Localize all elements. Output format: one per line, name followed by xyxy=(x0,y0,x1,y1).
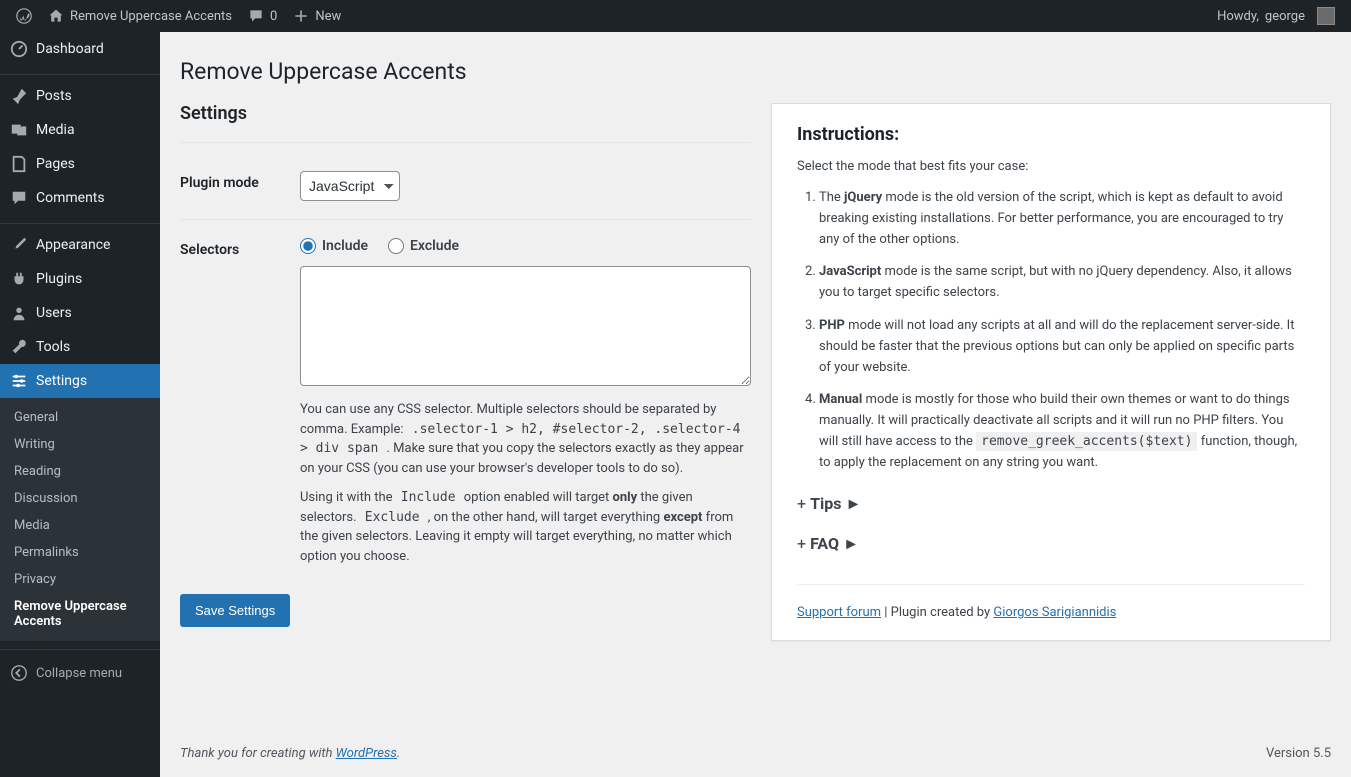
chevron-right-icon: ► xyxy=(843,534,859,554)
user-icon xyxy=(10,304,28,322)
selectors-textarea[interactable] xyxy=(300,266,751,386)
author-link[interactable]: Giorgos Sarigiannidis xyxy=(993,605,1116,620)
settings-submenu: General Writing Reading Discussion Media… xyxy=(0,398,160,641)
include-radio[interactable] xyxy=(300,238,316,254)
menu-dashboard[interactable]: Dashboard xyxy=(0,32,160,66)
instructions-heading: Instructions: xyxy=(797,124,1305,145)
avatar xyxy=(1317,7,1335,25)
plug-icon xyxy=(10,270,28,288)
wrench-icon xyxy=(10,338,28,356)
submenu-permalinks[interactable]: Permalinks xyxy=(0,539,160,566)
menu-appearance[interactable]: Appearance xyxy=(0,228,160,262)
dashboard-icon xyxy=(10,40,28,58)
menu-pages[interactable]: Pages xyxy=(0,147,160,181)
page-icon xyxy=(10,155,28,173)
sliders-icon xyxy=(10,372,28,390)
submenu-writing[interactable]: Writing xyxy=(0,431,160,458)
new-label: New xyxy=(315,9,341,24)
instructions-intro: Select the mode that best fits your case… xyxy=(797,159,1305,174)
menu-comments[interactable]: Comments xyxy=(0,181,160,215)
menu-tools[interactable]: Tools xyxy=(0,330,160,364)
instruction-item-1: The jQuery mode is the old version of th… xyxy=(819,188,1305,250)
exclude-radio-label[interactable]: Exclude xyxy=(388,238,459,254)
instruction-item-2: JavaScript mode is the same script, but … xyxy=(819,262,1305,304)
comments-count: 0 xyxy=(270,9,277,24)
menu-media[interactable]: Media xyxy=(0,113,160,147)
footer-version: Version 5.5 xyxy=(1266,746,1331,761)
comments-link[interactable]: 0 xyxy=(240,0,285,32)
menu-users[interactable]: Users xyxy=(0,296,160,330)
menu-posts[interactable]: Posts xyxy=(0,79,160,113)
menu-plugins[interactable]: Plugins xyxy=(0,262,160,296)
instruction-item-3: PHP mode will not load any scripts at al… xyxy=(819,316,1305,378)
wordpress-link[interactable]: WordPress xyxy=(336,746,397,761)
home-icon xyxy=(48,8,64,24)
howdy-prefix: Howdy, xyxy=(1217,9,1259,24)
settings-heading: Settings xyxy=(180,103,751,143)
menu-settings[interactable]: Settings xyxy=(0,364,160,398)
comments-icon xyxy=(10,189,28,207)
tips-toggle[interactable]: +Tips ► xyxy=(797,494,1305,514)
exclude-radio[interactable] xyxy=(388,238,404,254)
support-forum-link[interactable]: Support forum xyxy=(797,605,881,620)
collapse-icon xyxy=(10,664,28,682)
footer-thanks: Thank you for creating with WordPress. xyxy=(180,746,400,761)
selectors-label: Selectors xyxy=(180,238,300,258)
plugin-mode-select[interactable]: JavaScript xyxy=(300,171,400,201)
plus-icon: + xyxy=(797,534,806,553)
site-title: Remove Uppercase Accents xyxy=(70,9,232,24)
submenu-discussion[interactable]: Discussion xyxy=(0,485,160,512)
instruction-item-4: Manual mode is mostly for those who buil… xyxy=(819,390,1305,473)
submenu-rua[interactable]: Remove Uppercase Accents xyxy=(0,593,160,635)
user-name: george xyxy=(1265,9,1305,24)
my-account[interactable]: Howdy, george xyxy=(1209,0,1343,32)
plus-icon: + xyxy=(797,494,806,513)
selectors-desc-2: Using it with the Include option enabled… xyxy=(300,488,751,566)
media-icon xyxy=(10,121,28,139)
page-title: Remove Uppercase Accents xyxy=(180,58,1331,85)
plugin-mode-label: Plugin mode xyxy=(180,171,300,191)
chevron-right-icon: ► xyxy=(845,494,861,514)
collapse-menu[interactable]: Collapse menu xyxy=(0,654,160,692)
include-radio-label[interactable]: Include xyxy=(300,238,368,254)
selectors-desc-1: You can use any CSS selector. Multiple s… xyxy=(300,400,751,478)
brush-icon xyxy=(10,236,28,254)
wp-logo[interactable] xyxy=(8,0,40,32)
submenu-reading[interactable]: Reading xyxy=(0,458,160,485)
pin-icon xyxy=(10,87,28,105)
site-home-link[interactable]: Remove Uppercase Accents xyxy=(40,0,240,32)
instructions-panel: Instructions: Select the mode that best … xyxy=(771,103,1331,641)
admin-sidebar: Dashboard Posts Media Pages Comments App… xyxy=(0,32,160,777)
plus-icon xyxy=(293,8,309,24)
comment-icon xyxy=(248,8,264,24)
submenu-media[interactable]: Media xyxy=(0,512,160,539)
submenu-general[interactable]: General xyxy=(0,404,160,431)
save-settings-button[interactable]: Save Settings xyxy=(180,594,290,627)
new-content-link[interactable]: New xyxy=(285,0,349,32)
faq-toggle[interactable]: +FAQ ► xyxy=(797,534,1305,554)
submenu-privacy[interactable]: Privacy xyxy=(0,566,160,593)
support-line: Support forum | Plugin created by Giorgo… xyxy=(797,584,1305,620)
